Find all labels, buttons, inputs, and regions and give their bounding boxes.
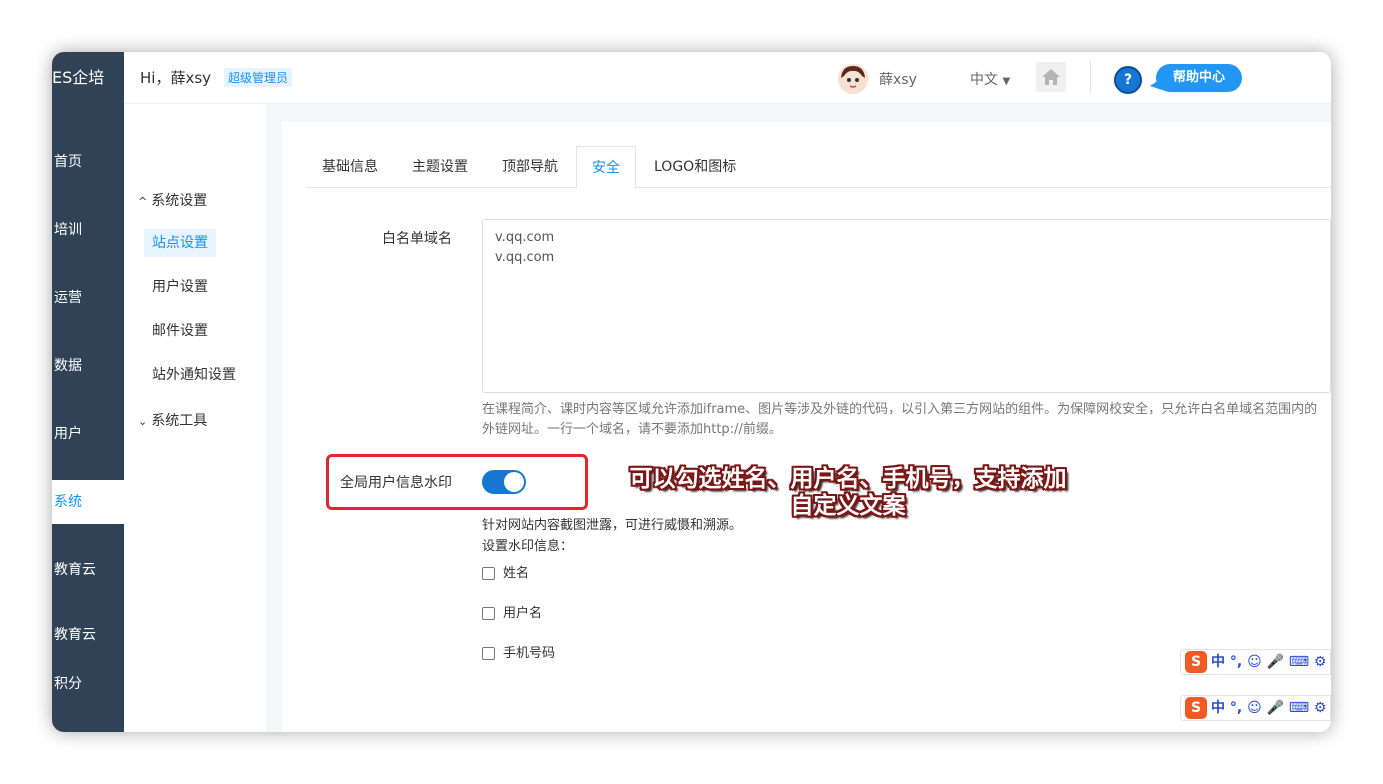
nav-item-training[interactable]: 培训	[52, 208, 124, 252]
tab-bar: 基础信息 主题设置 顶部导航 安全 LOGO和图标	[306, 146, 1331, 189]
watermark-settings-label: 设置水印信息：	[482, 539, 574, 554]
nav-item-edu-cloud-2[interactable]: 教育云	[52, 613, 124, 657]
nav-item-points-label: 积分	[54, 676, 82, 690]
ime-status: 中 °, ☺ 🎤 ⌨ ⚙	[1211, 654, 1327, 670]
app-window: ES企培 首页 培训 运营 数据 用户 系统 教育云 教育云 积分 Hi，薛xs…	[52, 52, 1331, 732]
brand-logo[interactable]: ES企培	[52, 52, 124, 104]
toggle-knob	[504, 472, 524, 492]
caret-down-icon: ▼	[1002, 76, 1011, 87]
subnav-item-mail-settings[interactable]: 邮件设置	[144, 317, 216, 345]
nav-item-points[interactable]: 积分	[52, 672, 124, 690]
nav-item-operations[interactable]: 运营	[52, 276, 124, 320]
option-username[interactable]: 用户名	[482, 605, 542, 623]
chevron-up-icon: ^	[138, 195, 148, 208]
subnav-group-system-settings[interactable]: ^ 系统设置	[138, 190, 207, 210]
role-badge: 超级管理员	[224, 68, 293, 87]
help-center-button[interactable]: 帮助中心	[1156, 64, 1242, 92]
tab-top-nav[interactable]: 顶部导航	[486, 146, 574, 188]
nav-item-edu-cloud[interactable]: 教育云	[52, 548, 124, 592]
chevron-down-icon: ⌄	[138, 415, 148, 428]
option-label: 手机号码	[503, 646, 556, 661]
ime-status: 中 °, ☺ 🎤 ⌨ ⚙	[1211, 700, 1327, 716]
subnav-item-site-settings[interactable]: 站点设置	[144, 229, 216, 257]
header-divider	[1090, 60, 1091, 94]
tab-logo[interactable]: LOGO和图标	[638, 146, 752, 188]
language-select[interactable]: 中文 ▼	[970, 69, 1010, 89]
tab-basic-info[interactable]: 基础信息	[306, 146, 394, 188]
help-question-icon[interactable]: ?	[1114, 66, 1142, 94]
greeting: Hi，薛xsy	[140, 69, 212, 87]
option-phone[interactable]: 手机号码	[482, 645, 555, 663]
sogou-logo-icon: S	[1185, 651, 1207, 673]
whitelist-label: 白名单域名	[382, 231, 452, 247]
annotation-callout: 可以勾选姓名、用户名、手机号，支持添加 自定义文案	[608, 466, 1088, 520]
checkbox[interactable]	[482, 647, 495, 660]
sogou-logo-icon: S	[1185, 697, 1207, 719]
checkbox[interactable]	[482, 607, 495, 620]
tab-security[interactable]: 安全	[576, 146, 636, 189]
left-nav: ES企培 首页 培训 运营 数据 用户 系统 教育云 教育云 积分	[52, 52, 124, 732]
ime-toolbar[interactable]: S中 °, ☺ 🎤 ⌨ ⚙	[1180, 649, 1331, 675]
option-label: 姓名	[503, 566, 530, 581]
option-label: 用户名	[503, 606, 543, 621]
watermark-toggle[interactable]	[482, 470, 526, 494]
subnav-item-notify-settings[interactable]: 站外通知设置	[144, 361, 244, 389]
subnav-group-label: 系统工具	[151, 413, 208, 429]
home-button[interactable]	[1036, 62, 1066, 92]
whitelist-help-text: 在课程简介、课时内容等区域允许添加iframe、图片等涉及外链的代码，以引入第三…	[482, 402, 1318, 437]
avatar[interactable]	[838, 64, 868, 94]
language-label: 中文	[970, 72, 998, 88]
whitelist-textarea[interactable]: v.qq.com v.qq.com	[482, 219, 1331, 393]
nav-item-system[interactable]: 系统	[52, 480, 124, 524]
home-icon	[1042, 69, 1060, 85]
tab-theme[interactable]: 主题设置	[396, 146, 484, 188]
whitelist-line: v.qq.com	[495, 230, 555, 245]
avatar-icon	[838, 64, 868, 94]
username[interactable]: 薛xsy	[879, 69, 917, 89]
option-name[interactable]: 姓名	[482, 565, 529, 583]
main-content: 基础信息 主题设置 顶部导航 安全 LOGO和图标 白名单域名 v.qq.com…	[282, 122, 1331, 732]
subnav-group-label: 系统设置	[151, 193, 208, 209]
annotation-line-1: 可以勾选姓名、用户名、手机号，支持添加	[629, 466, 1067, 492]
top-bar: Hi，薛xsy 超级管理员 薛xsy 中文 ▼ ? 帮助中心	[124, 52, 1331, 104]
checkbox[interactable]	[482, 567, 495, 580]
nav-item-data[interactable]: 数据	[52, 344, 124, 388]
subnav-item-user-settings[interactable]: 用户设置	[144, 273, 216, 301]
sub-nav: ^ 系统设置 站点设置 用户设置 邮件设置 站外通知设置 ⌄ 系统工具	[124, 104, 266, 732]
whitelist-line: v.qq.com	[495, 250, 555, 265]
watermark-description: 针对网站内容截图泄露，可进行威慑和溯源。	[482, 518, 743, 533]
watermark-label: 全局用户信息水印	[340, 475, 452, 491]
subnav-group-system-tools[interactable]: ⌄ 系统工具	[138, 410, 207, 430]
nav-item-home[interactable]: 首页	[52, 140, 124, 184]
nav-item-users[interactable]: 用户	[52, 412, 124, 456]
ime-toolbar[interactable]: S中 °, ☺ 🎤 ⌨ ⚙	[1180, 695, 1331, 721]
